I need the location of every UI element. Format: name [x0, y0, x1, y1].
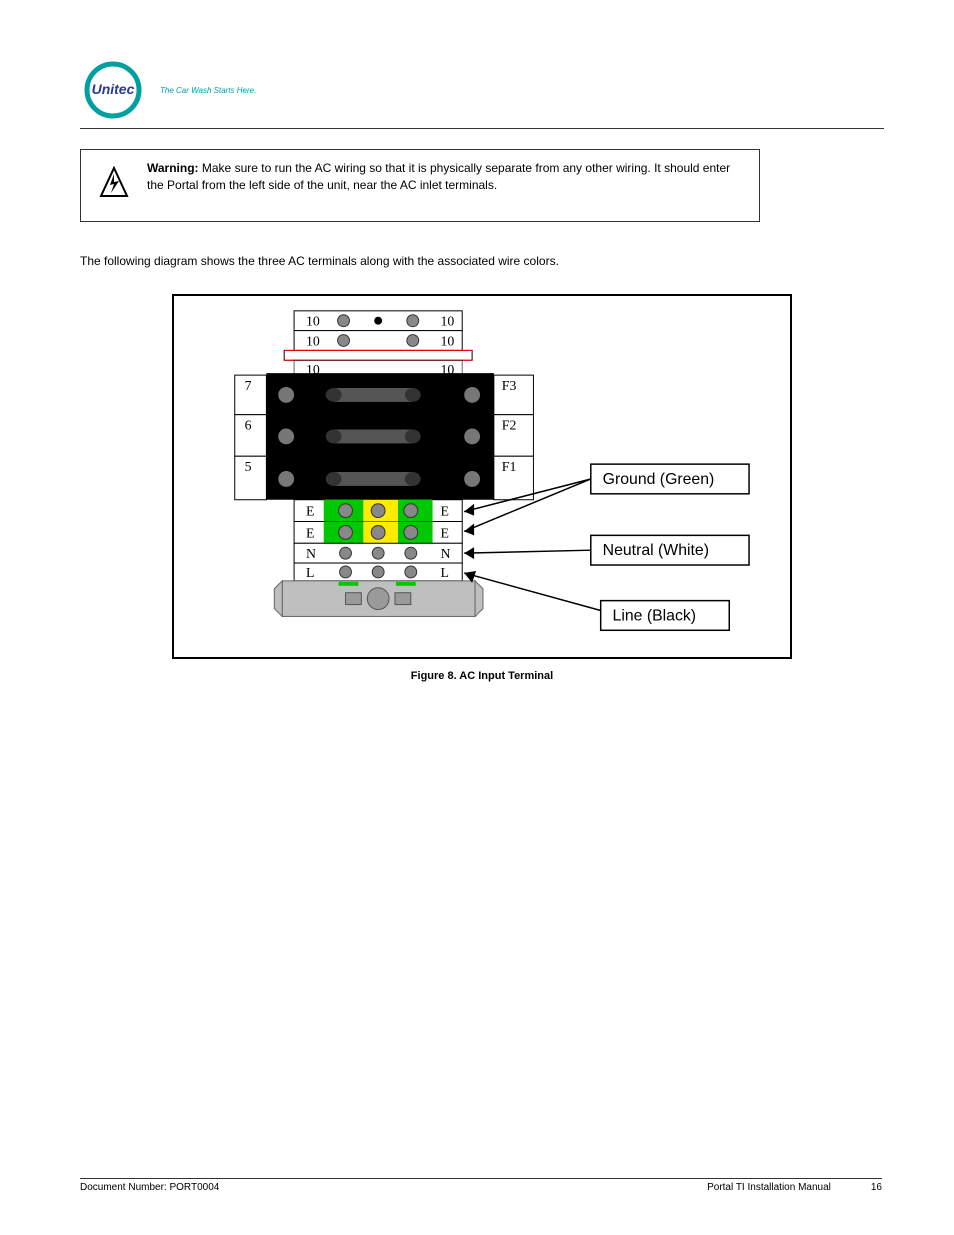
page-footer: Document Number: PORT0004 Portal TI Inst… [80, 1170, 882, 1193]
svg-text:N: N [306, 546, 316, 561]
svg-text:E: E [440, 525, 448, 540]
svg-text:E: E [306, 504, 314, 519]
tagline: The Car Wash Starts Here. [160, 86, 256, 95]
callout-line: Line (Black) [613, 607, 697, 624]
svg-text:7: 7 [245, 378, 252, 393]
page-root: Unitec The Car Wash Starts Here. Warning… [0, 0, 954, 722]
svg-text:10: 10 [306, 333, 320, 348]
shock-warning-icon [99, 166, 129, 205]
svg-text:L: L [306, 565, 314, 580]
footer-page-number: 16 [871, 1182, 882, 1193]
svg-text:6: 6 [245, 418, 252, 433]
svg-text:E: E [440, 504, 448, 519]
svg-text:F2: F2 [502, 418, 517, 433]
svg-text:10: 10 [306, 314, 320, 329]
top-terminal-rows: 10 10 10 10 10 [284, 311, 472, 378]
figure-caption: Figure 8. AC Input Terminal [80, 670, 884, 682]
callout-neutral: Neutral (White) [603, 542, 709, 559]
svg-text:F3: F3 [502, 378, 517, 393]
footer-title: Portal TI Installation Manual [219, 1182, 831, 1193]
warning-box: Warning: Make sure to run the AC wiring … [80, 149, 760, 222]
logo: Unitec [80, 60, 150, 120]
footer-doc-label: Document Number [80, 1182, 164, 1193]
header-rule [80, 128, 884, 129]
figure-container: 10 10 10 10 10 [80, 294, 884, 682]
svg-text:5: 5 [245, 459, 252, 474]
svg-text:E: E [306, 525, 314, 540]
svg-text:N: N [440, 546, 450, 561]
svg-text:L: L [440, 565, 448, 580]
page-header: Unitec The Car Wash Starts Here. [80, 60, 884, 120]
svg-text:10: 10 [440, 333, 454, 348]
svg-text:F1: F1 [502, 459, 517, 474]
intro-paragraph: The following diagram shows the three AC… [80, 252, 884, 270]
warning-text: Warning: Make sure to run the AC wiring … [147, 160, 741, 195]
warning-body: Make sure to run the AC wiring so that i… [147, 161, 730, 192]
fuse-block: 7 F3 6 F2 [235, 373, 534, 500]
din-rail-clip [274, 581, 483, 617]
warning-heading: Warning: [147, 161, 199, 175]
ac-terminal-figure: 10 10 10 10 10 [172, 294, 792, 659]
callout-ground: Ground (Green) [603, 471, 715, 488]
footer-doc-code: PORT0004 [169, 1182, 219, 1193]
logo-text: Unitec [92, 81, 135, 97]
enl-terminals: E E E E N [294, 500, 462, 581]
svg-text:10: 10 [440, 314, 454, 329]
